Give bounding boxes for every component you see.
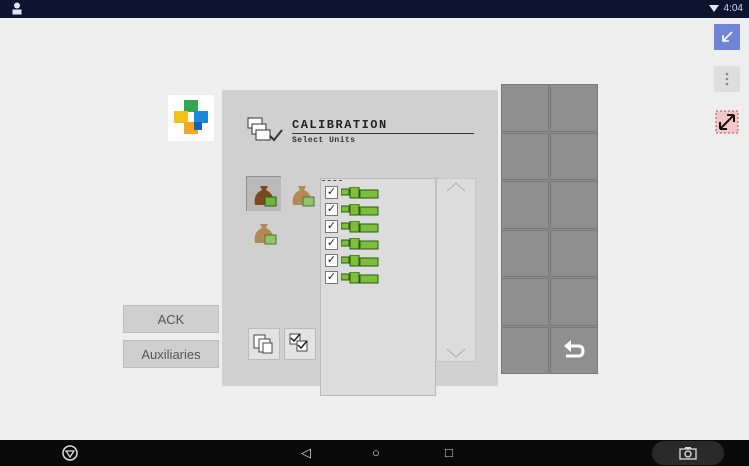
calibration-units-icon (247, 117, 283, 142)
app-badge-icon[interactable] (62, 445, 78, 461)
more-options-button[interactable] (714, 66, 740, 92)
softkey-7[interactable] (501, 229, 549, 277)
meter-unit-icon (341, 220, 379, 232)
ack-button[interactable]: ACK (123, 305, 219, 333)
chevron-up-icon (446, 182, 466, 192)
page-subtitle: Select Units (292, 136, 356, 145)
softkey-bar (501, 84, 598, 374)
softkey-9[interactable] (501, 278, 549, 326)
bag-unit-2-button[interactable] (284, 176, 319, 211)
meter-unit-icon (341, 237, 379, 249)
scroll-up-button[interactable] (437, 179, 475, 195)
checkbox[interactable]: ✓ (325, 203, 338, 216)
bag-icon (254, 223, 276, 244)
checkbox[interactable]: ✓ (325, 271, 338, 284)
app-logo (168, 95, 214, 141)
list-item[interactable]: ✓ (325, 219, 385, 234)
resize-icon (715, 110, 739, 134)
status-bar: 4:04 (0, 0, 749, 18)
return-icon (564, 340, 585, 358)
meter-unit-icon (341, 203, 379, 215)
meter-unit-icon (341, 186, 379, 198)
page-title: CALIBRATION (292, 118, 388, 132)
title-divider (292, 133, 474, 134)
recents-button[interactable]: □ (445, 444, 453, 462)
list-item[interactable]: ✓ (325, 185, 385, 200)
calibration-header: CALIBRATION Select Units (246, 116, 476, 156)
bag-selector (246, 176, 320, 400)
check-all-icon (289, 333, 308, 352)
clock: 4:04 (723, 3, 743, 14)
minimize-button[interactable] (714, 24, 740, 50)
arrow-down-left-icon (722, 31, 733, 42)
user-icon (12, 2, 22, 15)
return-softkey[interactable] (550, 326, 598, 374)
select-all-button[interactable] (284, 328, 316, 360)
back-button[interactable]: ◁ (301, 444, 311, 462)
chevron-down-icon (446, 348, 466, 358)
bag-icon (292, 185, 314, 206)
scroll-down-button[interactable] (437, 345, 475, 361)
navigation-bar: ◁ ○ □ (0, 440, 749, 466)
home-button[interactable]: ○ (372, 444, 380, 462)
list-item[interactable]: ✓ (325, 236, 385, 251)
bag-unit-3-button[interactable] (246, 214, 281, 249)
scrollbar[interactable] (436, 178, 476, 362)
list-item[interactable]: ✓ (325, 202, 385, 217)
auxiliaries-button[interactable]: Auxiliaries (123, 340, 219, 368)
calibration-panel: CALIBRATION Select Units ✓ ✓ ✓ ✓ ✓ ✓ (222, 90, 498, 396)
softkey-8[interactable] (550, 229, 598, 277)
checkbox[interactable]: ✓ (325, 186, 338, 199)
softkey-5[interactable] (501, 181, 549, 229)
softkey-1[interactable] (501, 84, 549, 132)
wifi-icon (708, 5, 719, 12)
meter-unit-icon (341, 254, 379, 266)
meter-unit-icon (341, 271, 379, 283)
focus-marker (322, 180, 342, 184)
list-item[interactable]: ✓ (325, 253, 385, 268)
softkey-11[interactable] (501, 326, 549, 374)
checkbox[interactable]: ✓ (325, 237, 338, 250)
checkbox[interactable]: ✓ (325, 254, 338, 267)
softkey-2[interactable] (550, 84, 598, 132)
copy-pages-button[interactable] (248, 328, 280, 360)
kebab-menu-icon (725, 72, 729, 86)
bag-unit-1-button[interactable] (246, 176, 281, 211)
unit-list: ✓ ✓ ✓ ✓ ✓ ✓ (320, 178, 436, 396)
list-item[interactable]: ✓ (325, 270, 385, 285)
softkey-6[interactable] (550, 181, 598, 229)
screenshot-button[interactable] (652, 441, 724, 465)
softkey-4[interactable] (550, 132, 598, 180)
camera-icon (679, 447, 697, 460)
softkey-3[interactable] (501, 132, 549, 180)
resize-button[interactable] (714, 109, 740, 135)
softkey-10[interactable] (550, 278, 598, 326)
app-area: ACK Auxiliaries CALIBRATION Select Units (0, 18, 749, 440)
pages-icon (253, 334, 273, 354)
checkbox[interactable]: ✓ (325, 220, 338, 233)
bag-icon (254, 185, 276, 206)
